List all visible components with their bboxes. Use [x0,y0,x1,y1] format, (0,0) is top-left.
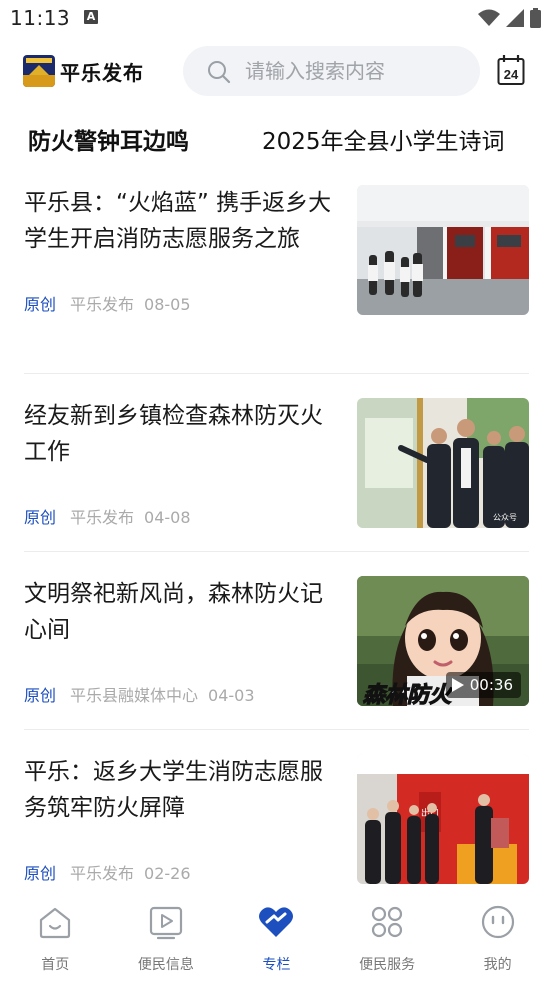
article-title[interactable]: 文明祭祀新风尚，森林防火记心间 [24,576,342,648]
article-date: 02-26 [144,864,191,883]
play-icon [149,906,182,940]
headline-ticker[interactable]: 防火警钟耳边鸣 2025年全县小学生诗词 [0,104,553,170]
home-icon [40,907,71,939]
article-card[interactable]: 经友新到乡镇检查森林防灭火工作 原创 平乐发布 04-08 公众号 [24,398,529,528]
play-icon [451,678,464,692]
article-source: 平乐发布 [70,864,135,883]
nav-column[interactable]: 专栏 [221,890,332,984]
divider [24,729,529,730]
article-thumbnail[interactable]: 公众号 [357,398,529,528]
article-date: 08-05 [144,295,191,314]
nav-label: 我的 [483,957,512,973]
heart-icon [259,907,294,937]
divider [24,551,529,552]
article-meta: 原创 平乐发布 08-05 [24,295,191,315]
original-tag: 原创 [24,508,57,527]
article-meta: 原创 平乐发布 04-08 [24,508,191,528]
ticker-item[interactable]: 2025年全县小学生诗词 [262,122,505,156]
wifi-icon [478,9,500,26]
smiley-icon [481,905,514,939]
brand-title: 平乐发布 [60,61,144,85]
nav-label: 首页 [41,957,70,973]
bottom-nav: 首页 便民信息 专栏 便民服务 我的 [0,890,553,984]
calendar-day: 24 [504,67,519,82]
article-title[interactable]: 经友新到乡镇检查森林防灭火工作 [24,398,342,470]
article-date: 04-08 [144,508,191,527]
nav-label: 专栏 [262,957,291,973]
article-card[interactable]: 平乐：返乡大学生消防志愿服务筑牢防火屏障 原创平乐发布 02-26 出口 [24,754,529,884]
nav-me[interactable]: 我的 [442,890,553,984]
search-input[interactable] [245,46,465,96]
article-title[interactable]: 平乐：返乡大学生消防志愿服务筑牢防火屏障 [24,754,342,826]
notification-icon: A [84,10,98,24]
calendar-icon: 24 [497,55,525,85]
watermark-text: 公众号 [493,513,517,522]
divider [24,373,529,374]
article-thumbnail[interactable]: 出口 [357,754,529,884]
nav-convenience-info[interactable]: 便民信息 [111,890,222,984]
status-bar: 11:13 A [0,0,553,38]
calendar-button[interactable]: 24 [497,54,525,86]
article-card[interactable]: 平乐县：“火焰蓝” 携手返乡大学生开启消防志愿服务之旅 原创 平乐发布 08-05 [24,185,529,315]
article-meta: 原创 平乐县融媒体中心 04-03 [24,686,255,706]
nav-label: 便民服务 [359,957,416,973]
article-title[interactable]: 平乐县：“火焰蓝” 携手返乡大学生开启消防志愿服务之旅 [24,185,342,257]
article-date: 04-03 [208,686,255,705]
ticker-item[interactable]: 防火警钟耳边鸣 [28,122,189,156]
search-bar[interactable] [183,46,480,96]
original-tag: 原创 [24,295,57,314]
status-time: 11:13 [10,6,71,30]
original-tag: 原创 [24,864,57,883]
article-source: 平乐发布 [70,508,135,527]
video-duration-badge: 00:36 [445,672,521,698]
grid-icon [371,906,403,938]
video-thumbnail[interactable]: 森林防火 00:36 [357,576,529,706]
nav-convenience-service[interactable]: 便民服务 [332,890,443,984]
nav-label: 便民信息 [137,957,194,973]
article-card[interactable]: 文明祭祀新风尚，森林防火记心间 原创 平乐县融媒体中心 04-03 森林防火 00:… [24,576,529,706]
article-source: 平乐发布 [70,295,135,314]
video-duration: 00:36 [469,676,513,694]
app-header: 平乐发布 24 [0,38,553,104]
article-meta: 原创 平乐发布 02-26 [24,864,191,884]
video-overlay-text: 森林防火 [363,683,454,706]
battery-icon [530,8,541,28]
article-thumbnail[interactable] [357,185,529,315]
nav-home[interactable]: 首页 [0,890,111,984]
status-icons [478,8,541,28]
search-icon [208,61,231,84]
article-source: 平乐县融媒体中心 [70,686,199,705]
signal-icon [506,9,524,27]
app-logo [23,55,55,87]
original-tag: 原创 [24,686,57,705]
